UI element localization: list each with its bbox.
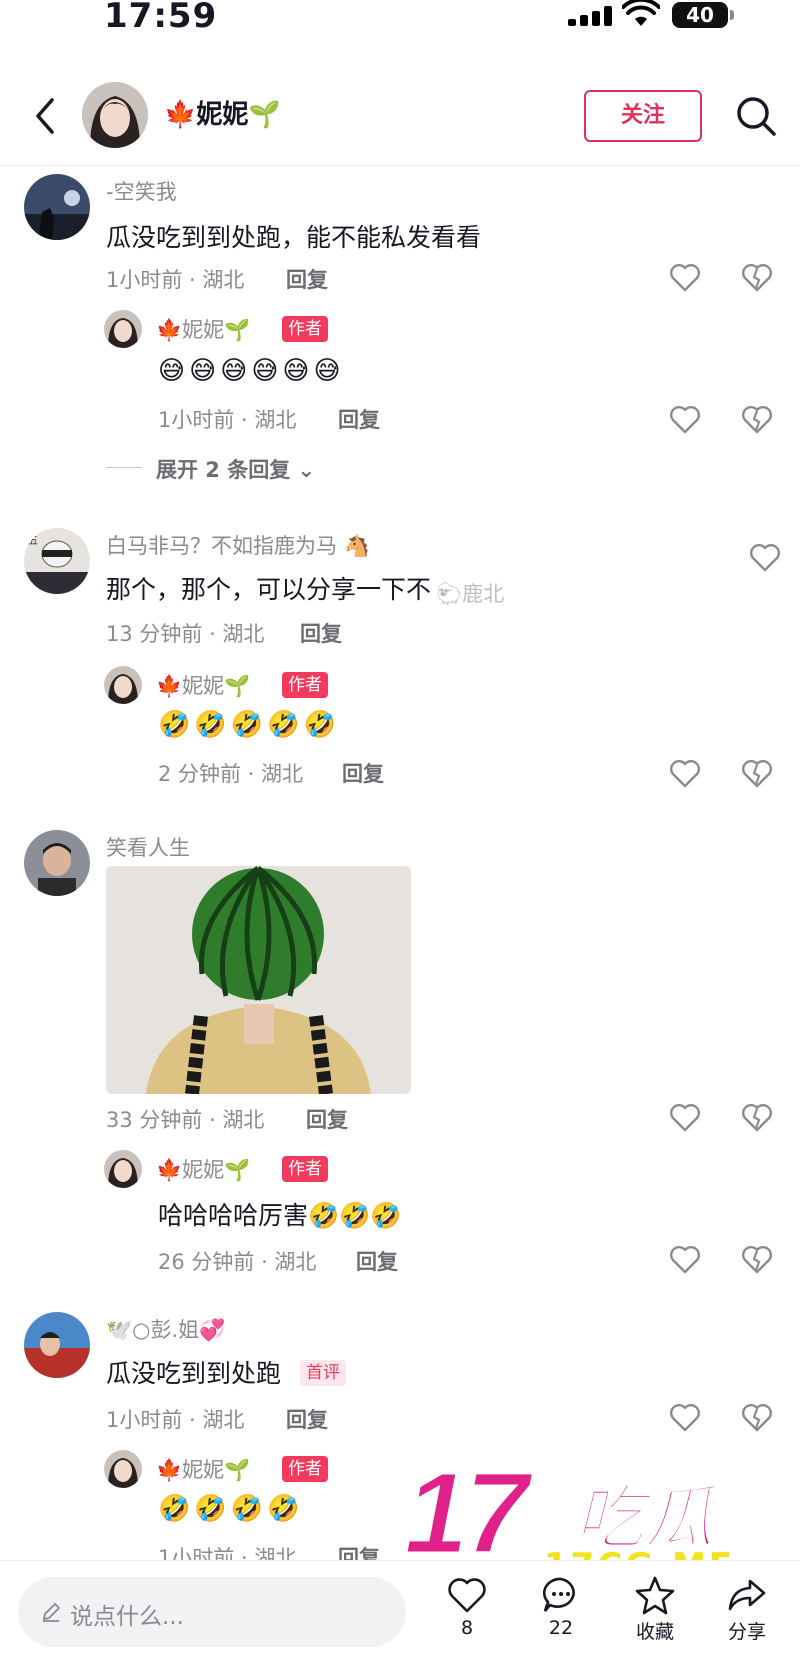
- comment-meta: 33 分钟前 · 湖北: [106, 1108, 265, 1132]
- favorite-button[interactable]: 收藏: [620, 1575, 690, 1644]
- reply-button[interactable]: 回复: [338, 404, 380, 434]
- dislike-icon[interactable]: [740, 1242, 774, 1276]
- bottom-bar: 说点什么... 8 22 收藏 分享: [0, 1560, 800, 1668]
- reply-user-name[interactable]: 🍁妮妮🌱: [156, 670, 250, 700]
- like-count: 8: [460, 1617, 474, 1639]
- share-button[interactable]: 分享: [712, 1575, 782, 1644]
- reply-button[interactable]: 回复: [286, 264, 328, 294]
- commenter-avatar[interactable]: [24, 1312, 90, 1378]
- first-comment-badge: 首评: [300, 1360, 346, 1386]
- author-name[interactable]: 🍁妮妮🌱: [164, 94, 281, 131]
- signal-icon: [568, 6, 614, 26]
- reply-avatar[interactable]: [104, 1450, 142, 1488]
- dislike-icon[interactable]: [740, 402, 774, 436]
- reply-avatar[interactable]: [104, 310, 142, 348]
- heart-icon: [448, 1578, 486, 1613]
- comment-meta: 1小时前 · 湖北: [106, 268, 245, 292]
- author-avatar[interactable]: [82, 82, 148, 148]
- reply-button[interactable]: 回复: [306, 1104, 348, 1134]
- commenter-avatar[interactable]: [24, 174, 90, 240]
- divider: [106, 467, 142, 468]
- reply-avatar[interactable]: [104, 1150, 142, 1188]
- reply-text: 😅😅😅😅😅😅: [158, 356, 345, 386]
- dislike-icon[interactable]: [740, 1100, 774, 1134]
- wifi-icon: [622, 0, 660, 26]
- like-icon[interactable]: [668, 1242, 702, 1276]
- reply-meta: 2 分钟前 · 湖北: [158, 762, 304, 786]
- author-badge: 作者: [282, 672, 328, 698]
- reply-text: 🤣🤣🤣🤣: [158, 1494, 304, 1524]
- commenter-name[interactable]: -空笑我: [106, 176, 177, 206]
- header: 🍁妮妮🌱 关注: [0, 70, 800, 166]
- reply-meta: 1小时前 · 湖北: [158, 408, 297, 432]
- like-icon[interactable]: [668, 260, 702, 294]
- comment-count: 22: [548, 1617, 574, 1639]
- favorite-label: 收藏: [635, 1621, 674, 1643]
- like-icon[interactable]: [668, 1100, 702, 1134]
- status-time: 17:59: [104, 0, 218, 36]
- reply-button[interactable]: 回复: [286, 1404, 328, 1434]
- reply-user-name[interactable]: 🍁妮妮🌱: [156, 314, 250, 344]
- overlay-text: 🐑鹿北: [436, 582, 505, 606]
- commenter-name[interactable]: 白马非马？不如指鹿为马 🐴: [106, 530, 370, 560]
- chevron-down-icon: ⌄: [297, 458, 316, 482]
- expand-replies-button[interactable]: 展开 2 条回复 ⌄: [156, 454, 315, 484]
- back-button[interactable]: [28, 94, 64, 138]
- comment-icon: [542, 1577, 575, 1612]
- comment-input-placeholder: 说点什么...: [70, 1604, 184, 1630]
- author-badge: 作者: [282, 1156, 328, 1182]
- comment-text: 那个，那个，可以分享一下不: [106, 575, 432, 604]
- dislike-icon[interactable]: [740, 756, 774, 790]
- comment-button[interactable]: 22: [526, 1575, 596, 1639]
- comment-image[interactable]: [106, 866, 411, 1094]
- battery-icon: 40: [672, 2, 734, 28]
- reply-meta: 26 分钟前 · 湖北: [158, 1250, 317, 1274]
- search-icon[interactable]: [734, 94, 778, 138]
- like-button[interactable]: 8: [432, 1575, 502, 1639]
- like-icon[interactable]: [748, 540, 782, 574]
- commenter-avatar[interactable]: [24, 830, 90, 896]
- author-badge: 作者: [282, 1456, 328, 1482]
- like-icon[interactable]: [668, 1400, 702, 1434]
- like-icon[interactable]: [668, 402, 702, 436]
- reply-user-name[interactable]: 🍁妮妮🌱: [156, 1154, 250, 1184]
- commenter-name[interactable]: 🕊️○彭.姐💞: [106, 1314, 225, 1344]
- comment-input[interactable]: 说点什么...: [18, 1577, 406, 1647]
- star-icon: [635, 1576, 675, 1615]
- share-icon: [728, 1579, 766, 1611]
- reply-text: 🤣🤣🤣🤣🤣: [158, 710, 340, 740]
- comment-meta: 1小时前 · 湖北: [106, 1408, 245, 1432]
- commenter-avatar[interactable]: 五: [24, 528, 90, 594]
- svg-text:五: 五: [28, 536, 38, 547]
- author-badge: 作者: [282, 316, 328, 342]
- like-icon[interactable]: [668, 756, 702, 790]
- dislike-icon[interactable]: [740, 1400, 774, 1434]
- comment-meta: 13 分钟前 · 湖北: [106, 622, 265, 646]
- comment-text: 瓜没吃到到处跑: [106, 1359, 282, 1388]
- reply-button[interactable]: 回复: [300, 618, 342, 648]
- reply-user-name[interactable]: 🍁妮妮🌱: [156, 1454, 250, 1484]
- dislike-icon[interactable]: [740, 260, 774, 294]
- pencil-icon: [42, 1602, 61, 1622]
- reply-button[interactable]: 回复: [342, 758, 384, 788]
- status-bar: 17:59 40: [0, 0, 800, 50]
- reply-avatar[interactable]: [104, 666, 142, 704]
- reply-button[interactable]: 回复: [356, 1246, 398, 1276]
- follow-button[interactable]: 关注: [584, 90, 702, 142]
- reply-text: 哈哈哈哈厉害🤣🤣🤣: [158, 1201, 402, 1230]
- comment-text: 瓜没吃到到处跑，能不能私发看看: [106, 223, 482, 252]
- commenter-name[interactable]: 笑看人生: [106, 832, 190, 862]
- share-label: 分享: [727, 1621, 766, 1643]
